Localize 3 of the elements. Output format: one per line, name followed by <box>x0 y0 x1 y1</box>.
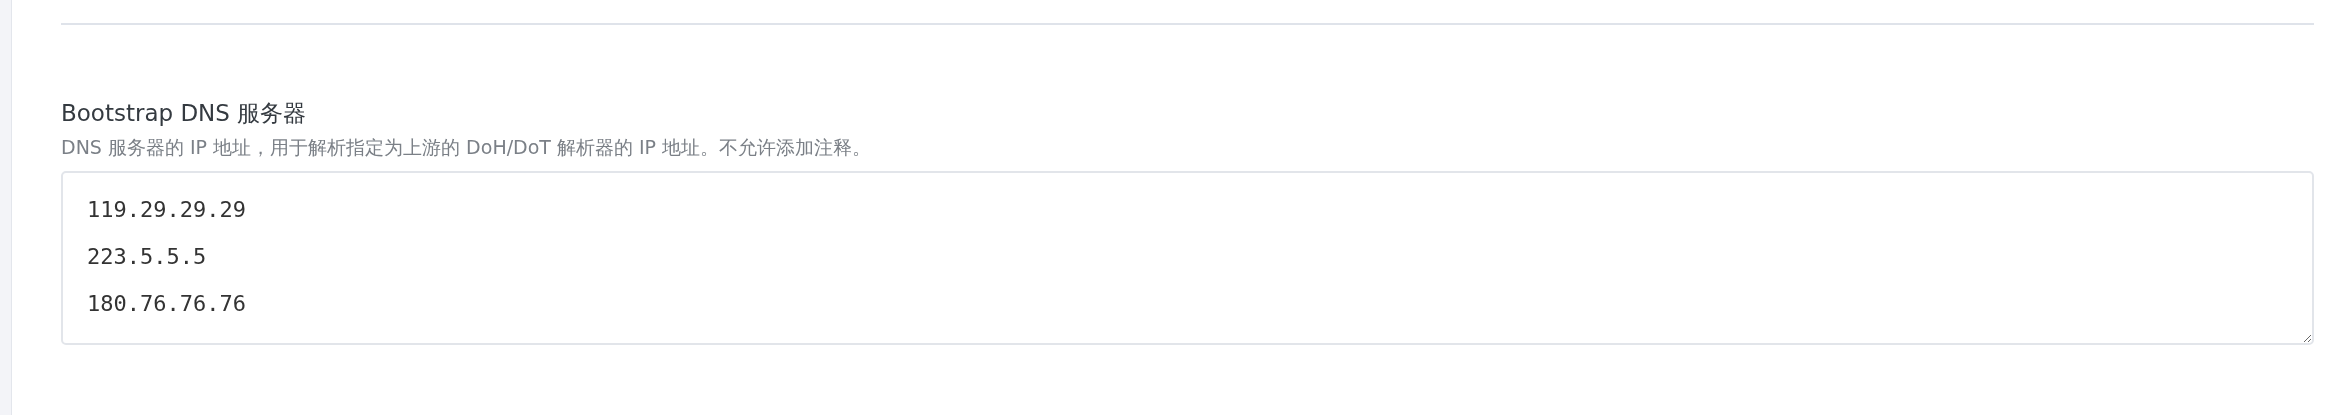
field-hint: DNS 服务器的 IP 地址，用于解析指定为上游的 DoH/DoT 解析器的 IP 地址。不允许添加注释。 <box>61 135 873 160</box>
field-label: Bootstrap DNS 服务器 <box>61 99 308 128</box>
dns-servers-textarea[interactable]: 119.29.29.29 223.5.5.5 180.76.76.76 <box>61 171 2314 345</box>
